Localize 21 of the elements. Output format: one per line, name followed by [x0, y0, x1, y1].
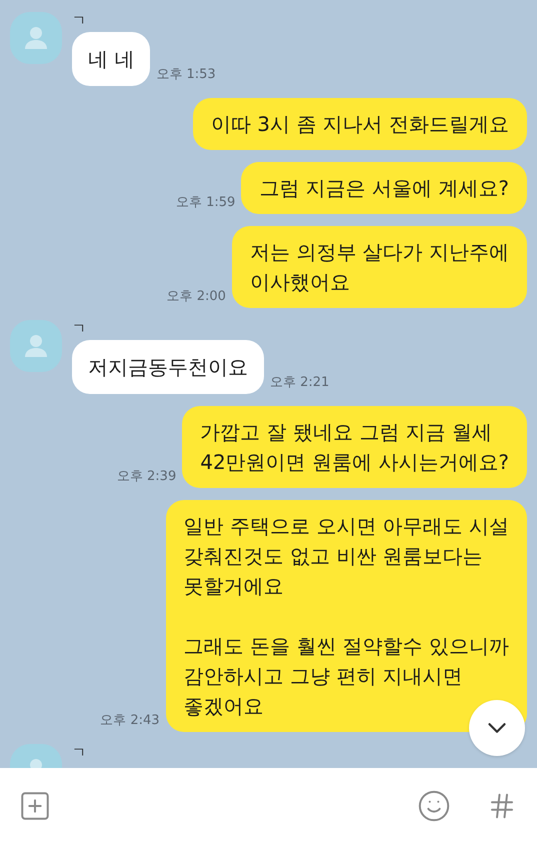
avatar-icon	[10, 12, 62, 64]
avatar-icon	[10, 320, 62, 372]
message-bubble: 이따 3시 좀 지나서 전화드릴게요	[192, 98, 527, 150]
sender-name: ㄱ	[72, 14, 87, 28]
message-bubble: 그럼 지금은 서울에 계세요?	[241, 162, 527, 214]
message-bubble: 저지금동두천이요	[72, 340, 264, 394]
message-bubble: 가깝고 잘 됐네요 그럼 지금 월세 42만원이면 원룸에 사시는거에요?	[182, 406, 527, 488]
message-bubble: 일반 주택으로 오시면 아무래도 시설 갖춰진것도 없고 비싼 원룸보다는 못할거에요 그래도 돈을 훨씬 절약할수 있으니까 감안하시고 그냥 편히 지내시면 좋겠어요	[166, 500, 527, 732]
sender-name: ㄱ	[72, 746, 86, 760]
emoji-button[interactable]	[417, 789, 451, 823]
message-time: 오후 2:43	[100, 712, 160, 730]
message-time: 오후 2:21	[270, 374, 330, 392]
message-time: 오후 2:00	[166, 288, 226, 306]
message-bubble: 저는 의정부 살다가 지난주에 이사했어요	[232, 226, 527, 308]
sender-name: ㄱ	[72, 322, 87, 336]
scroll-down-button[interactable]	[469, 700, 525, 756]
message-time: 오후 1:53	[156, 66, 216, 84]
smiley-icon	[417, 789, 451, 823]
message-bubble: 네 네	[72, 32, 150, 86]
message-time: 오후 2:39	[116, 468, 176, 486]
message-time: 오후 1:59	[176, 194, 236, 212]
